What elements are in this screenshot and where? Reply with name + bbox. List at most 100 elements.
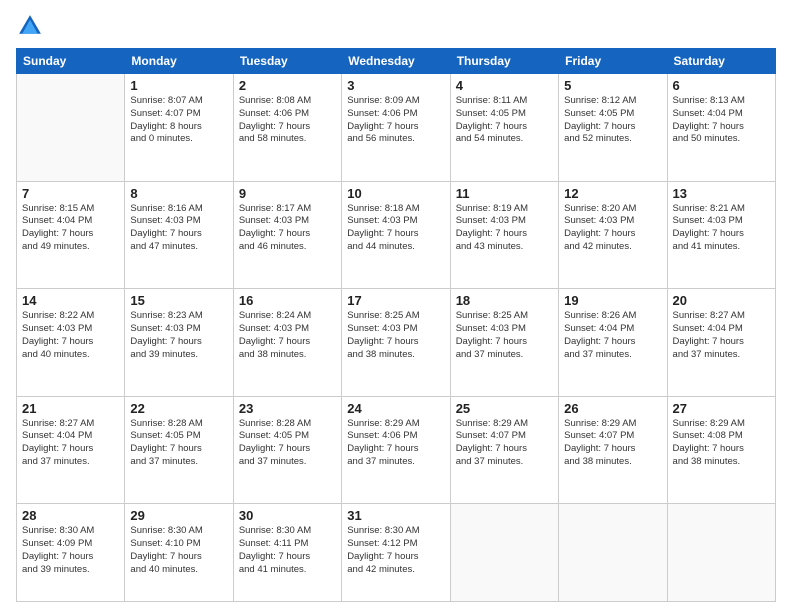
- calendar: SundayMondayTuesdayWednesdayThursdayFrid…: [16, 48, 776, 602]
- day-info: Sunrise: 8:23 AM Sunset: 4:03 PM Dayligh…: [130, 310, 227, 361]
- calendar-cell: 20Sunrise: 8:27 AM Sunset: 4:04 PM Dayli…: [667, 289, 775, 397]
- day-number: 31: [347, 508, 444, 523]
- day-number: 6: [673, 78, 770, 93]
- day-info: Sunrise: 8:17 AM Sunset: 4:03 PM Dayligh…: [239, 203, 336, 254]
- calendar-cell: 7 Sunrise: 8:15 AM Sunset: 4:04 PM Daylig…: [17, 181, 125, 289]
- day-number: 1: [130, 78, 227, 93]
- calendar-cell: 5 Sunrise: 8:12 AM Sunset: 4:05 PM Daylig…: [559, 74, 667, 182]
- day-number: 7: [22, 186, 119, 201]
- weekday-header-row: SundayMondayTuesdayWednesdayThursdayFrid…: [17, 49, 776, 74]
- day-number: 21: [22, 401, 119, 416]
- calendar-cell: 4 Sunrise: 8:11 AM Sunset: 4:05 PM Daylig…: [450, 74, 558, 182]
- calendar-week-row: 1 Sunrise: 8:07 AM Sunset: 4:07 PM Daylig…: [17, 74, 776, 182]
- logo: [16, 12, 48, 40]
- day-number: 11: [456, 186, 553, 201]
- calendar-cell: 15 Sunrise: 8:23 AM Sunset: 4:03 PM Dayli…: [125, 289, 233, 397]
- day-info: Sunrise: 8:29 AM Sunset: 4:07 PM Dayligh…: [564, 418, 661, 469]
- day-number: 25: [456, 401, 553, 416]
- weekday-header: Friday: [559, 49, 667, 74]
- day-info: Sunrise: 8:09 AM Sunset: 4:06 PM Dayligh…: [347, 95, 444, 146]
- day-info: Sunrise: 8:19 AM Sunset: 4:03 PM Dayligh…: [456, 203, 553, 254]
- day-number: 2: [239, 78, 336, 93]
- day-info: Sunrise: 8:29 AM Sunset: 4:07 PM Dayligh…: [456, 418, 553, 469]
- calendar-cell: 25 Sunrise: 8:29 AM Sunset: 4:07 PM Dayli…: [450, 396, 558, 504]
- day-number: 8: [130, 186, 227, 201]
- day-number: 29: [130, 508, 227, 523]
- calendar-week-row: 7 Sunrise: 8:15 AM Sunset: 4:04 PM Daylig…: [17, 181, 776, 289]
- calendar-cell: 24 Sunrise: 8:29 AM Sunset: 4:06 PM Dayli…: [342, 396, 450, 504]
- calendar-cell: 10Sunrise: 8:18 AM Sunset: 4:03 PM Dayli…: [342, 181, 450, 289]
- day-info: Sunrise: 8:08 AM Sunset: 4:06 PM Dayligh…: [239, 95, 336, 146]
- weekday-header: Thursday: [450, 49, 558, 74]
- calendar-cell: 26 Sunrise: 8:29 AM Sunset: 4:07 PM Dayli…: [559, 396, 667, 504]
- calendar-cell: 27 Sunrise: 8:29 AM Sunset: 4:08 PM Dayli…: [667, 396, 775, 504]
- day-info: Sunrise: 8:29 AM Sunset: 4:08 PM Dayligh…: [673, 418, 770, 469]
- calendar-cell: 29 Sunrise: 8:30 AM Sunset: 4:10 PM Dayli…: [125, 504, 233, 602]
- day-info: Sunrise: 8:22 AM Sunset: 4:03 PM Dayligh…: [22, 310, 119, 361]
- weekday-header: Saturday: [667, 49, 775, 74]
- day-number: 5: [564, 78, 661, 93]
- weekday-header: Wednesday: [342, 49, 450, 74]
- logo-icon: [16, 12, 44, 40]
- day-number: 4: [456, 78, 553, 93]
- page: SundayMondayTuesdayWednesdayThursdayFrid…: [0, 0, 792, 612]
- day-info: Sunrise: 8:07 AM Sunset: 4:07 PM Dayligh…: [130, 95, 227, 146]
- calendar-cell: 6 Sunrise: 8:13 AM Sunset: 4:04 PM Daylig…: [667, 74, 775, 182]
- day-info: Sunrise: 8:25 AM Sunset: 4:03 PM Dayligh…: [456, 310, 553, 361]
- day-info: Sunrise: 8:29 AM Sunset: 4:06 PM Dayligh…: [347, 418, 444, 469]
- calendar-week-row: 28Sunrise: 8:30 AM Sunset: 4:09 PM Dayli…: [17, 504, 776, 602]
- weekday-header: Monday: [125, 49, 233, 74]
- day-info: Sunrise: 8:25 AM Sunset: 4:03 PM Dayligh…: [347, 310, 444, 361]
- day-number: 17: [347, 293, 444, 308]
- calendar-cell: 1 Sunrise: 8:07 AM Sunset: 4:07 PM Daylig…: [125, 74, 233, 182]
- day-number: 23: [239, 401, 336, 416]
- day-info: Sunrise: 8:24 AM Sunset: 4:03 PM Dayligh…: [239, 310, 336, 361]
- calendar-cell: [667, 504, 775, 602]
- weekday-header: Tuesday: [233, 49, 341, 74]
- calendar-cell: 21 Sunrise: 8:27 AM Sunset: 4:04 PM Dayli…: [17, 396, 125, 504]
- day-number: 28: [22, 508, 119, 523]
- day-number: 9: [239, 186, 336, 201]
- day-number: 13: [673, 186, 770, 201]
- calendar-cell: 13Sunrise: 8:21 AM Sunset: 4:03 PM Dayli…: [667, 181, 775, 289]
- calendar-cell: [450, 504, 558, 602]
- day-number: 26: [564, 401, 661, 416]
- day-info: Sunrise: 8:28 AM Sunset: 4:05 PM Dayligh…: [130, 418, 227, 469]
- day-info: Sunrise: 8:16 AM Sunset: 4:03 PM Dayligh…: [130, 203, 227, 254]
- day-info: Sunrise: 8:12 AM Sunset: 4:05 PM Dayligh…: [564, 95, 661, 146]
- calendar-week-row: 21 Sunrise: 8:27 AM Sunset: 4:04 PM Dayli…: [17, 396, 776, 504]
- day-number: 14: [22, 293, 119, 308]
- calendar-cell: 9 Sunrise: 8:17 AM Sunset: 4:03 PM Daylig…: [233, 181, 341, 289]
- calendar-cell: [559, 504, 667, 602]
- day-info: Sunrise: 8:26 AM Sunset: 4:04 PM Dayligh…: [564, 310, 661, 361]
- calendar-cell: 22Sunrise: 8:28 AM Sunset: 4:05 PM Dayli…: [125, 396, 233, 504]
- calendar-cell: 18Sunrise: 8:25 AM Sunset: 4:03 PM Dayli…: [450, 289, 558, 397]
- day-info: Sunrise: 8:11 AM Sunset: 4:05 PM Dayligh…: [456, 95, 553, 146]
- day-number: 24: [347, 401, 444, 416]
- day-info: Sunrise: 8:13 AM Sunset: 4:04 PM Dayligh…: [673, 95, 770, 146]
- day-number: 27: [673, 401, 770, 416]
- day-number: 16: [239, 293, 336, 308]
- day-number: 19: [564, 293, 661, 308]
- day-number: 15: [130, 293, 227, 308]
- calendar-cell: 11 Sunrise: 8:19 AM Sunset: 4:03 PM Dayli…: [450, 181, 558, 289]
- calendar-week-row: 14 Sunrise: 8:22 AM Sunset: 4:03 PM Dayli…: [17, 289, 776, 397]
- day-info: Sunrise: 8:30 AM Sunset: 4:12 PM Dayligh…: [347, 525, 444, 576]
- header: [16, 12, 776, 40]
- day-info: Sunrise: 8:27 AM Sunset: 4:04 PM Dayligh…: [22, 418, 119, 469]
- calendar-cell: 3Sunrise: 8:09 AM Sunset: 4:06 PM Daylig…: [342, 74, 450, 182]
- day-info: Sunrise: 8:20 AM Sunset: 4:03 PM Dayligh…: [564, 203, 661, 254]
- weekday-header: Sunday: [17, 49, 125, 74]
- calendar-cell: 31 Sunrise: 8:30 AM Sunset: 4:12 PM Dayli…: [342, 504, 450, 602]
- calendar-cell: 8 Sunrise: 8:16 AM Sunset: 4:03 PM Daylig…: [125, 181, 233, 289]
- calendar-cell: 14 Sunrise: 8:22 AM Sunset: 4:03 PM Dayli…: [17, 289, 125, 397]
- day-info: Sunrise: 8:30 AM Sunset: 4:10 PM Dayligh…: [130, 525, 227, 576]
- day-info: Sunrise: 8:15 AM Sunset: 4:04 PM Dayligh…: [22, 203, 119, 254]
- calendar-cell: 30Sunrise: 8:30 AM Sunset: 4:11 PM Dayli…: [233, 504, 341, 602]
- calendar-cell: [17, 74, 125, 182]
- calendar-cell: 17 Sunrise: 8:25 AM Sunset: 4:03 PM Dayli…: [342, 289, 450, 397]
- calendar-cell: 23Sunrise: 8:28 AM Sunset: 4:05 PM Dayli…: [233, 396, 341, 504]
- day-info: Sunrise: 8:18 AM Sunset: 4:03 PM Dayligh…: [347, 203, 444, 254]
- day-info: Sunrise: 8:30 AM Sunset: 4:11 PM Dayligh…: [239, 525, 336, 576]
- calendar-cell: 28Sunrise: 8:30 AM Sunset: 4:09 PM Dayli…: [17, 504, 125, 602]
